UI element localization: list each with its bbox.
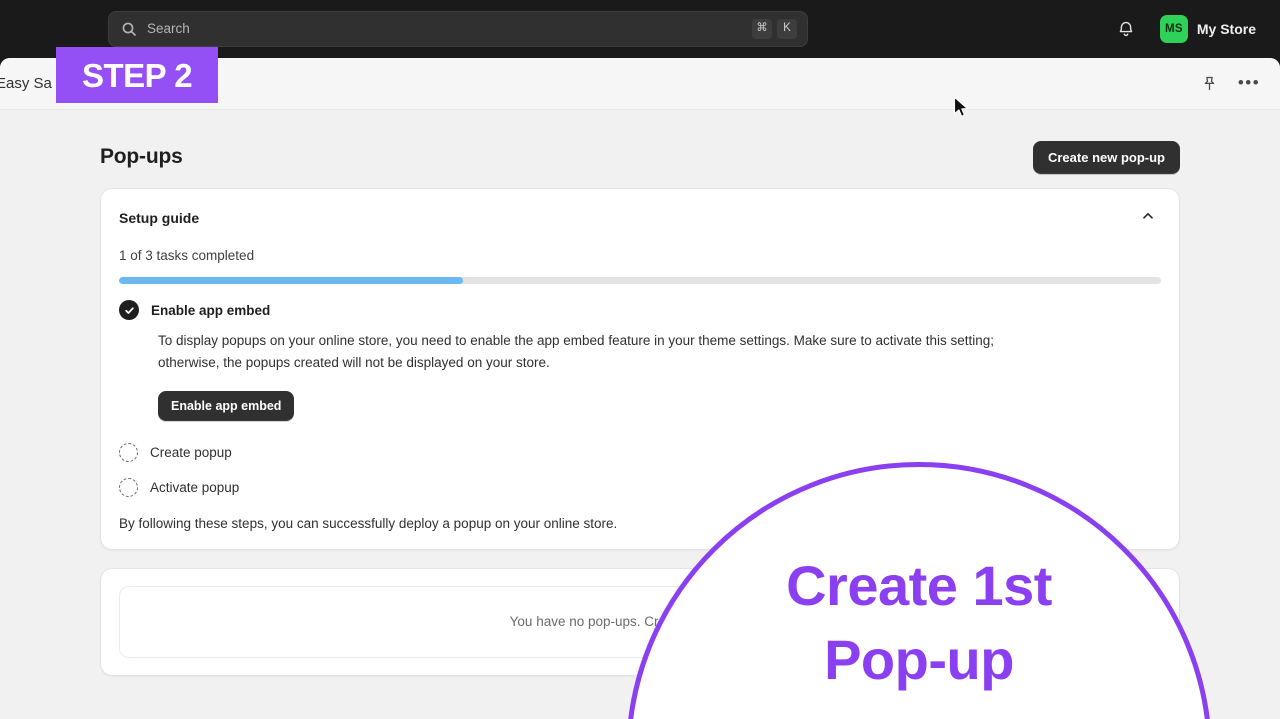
circle-dashed-icon xyxy=(119,477,138,497)
app-more-menu-button[interactable]: ••• xyxy=(1236,71,1262,97)
setup-guide-header: Setup guide xyxy=(119,205,1161,231)
search-icon xyxy=(121,21,137,37)
search-input-placeholder[interactable]: Search xyxy=(147,22,752,36)
circle-dashed-icon xyxy=(119,442,138,462)
setup-tasks-count: 1 of 3 tasks completed xyxy=(119,248,255,263)
kbd-k: K xyxy=(777,19,797,39)
setup-task-label: Create popup xyxy=(150,444,232,460)
callout-line-1: Create 1st xyxy=(786,554,1052,617)
setup-task-row[interactable]: Create popup xyxy=(119,442,1161,462)
pin-app-button[interactable] xyxy=(1196,71,1222,97)
more-horizontal-icon: ••• xyxy=(1237,73,1261,93)
avatar: MS xyxy=(1159,15,1188,43)
notifications-button[interactable] xyxy=(1112,15,1140,43)
app-screen: Search ⌘ K MS My Store Easy Sa ••• Pop-u… xyxy=(0,0,1280,719)
app-header-actions: ••• xyxy=(1196,71,1262,97)
page-header: Pop-ups Create new pop-up xyxy=(100,110,1180,182)
setup-guide-title: Setup guide xyxy=(119,210,200,226)
topbar-right-group: MS My Store xyxy=(1112,0,1260,58)
step-badge-label: STEP 2 xyxy=(81,56,193,94)
pin-icon xyxy=(1201,75,1218,92)
step-badge-annotation: STEP 2 xyxy=(56,47,218,103)
check-circle-filled-icon xyxy=(119,300,139,320)
setup-task-label: Enable app embed xyxy=(151,302,271,318)
store-account-button[interactable]: MS My Store xyxy=(1156,13,1260,45)
store-name-label: My Store xyxy=(1196,21,1256,37)
global-search-bar[interactable]: Search ⌘ K xyxy=(108,11,808,47)
page-title: Pop-ups xyxy=(100,145,183,168)
callout-line-2: Pop-up xyxy=(824,627,1014,691)
setup-task-description: To display popups on your online store, … xyxy=(158,333,995,370)
enable-app-embed-button[interactable]: Enable app embed xyxy=(158,390,295,421)
setup-progress-bar xyxy=(119,277,1161,284)
setup-task-detail: To display popups on your online store, … xyxy=(158,330,1058,421)
bell-icon xyxy=(1117,20,1135,38)
chevron-up-icon xyxy=(1141,209,1155,228)
kbd-command: ⌘ xyxy=(752,19,772,39)
setup-task-label: Activate popup xyxy=(150,479,240,495)
search-shortcut-hint: ⌘ K xyxy=(752,19,797,39)
app-name-label: Easy Sa xyxy=(0,75,52,92)
setup-task-row[interactable]: Enable app embed xyxy=(119,300,1161,320)
setup-guide-collapse-button[interactable] xyxy=(1135,205,1161,231)
create-new-popup-button[interactable]: Create new pop-up xyxy=(1032,140,1180,174)
setup-progress-fill xyxy=(119,277,463,284)
